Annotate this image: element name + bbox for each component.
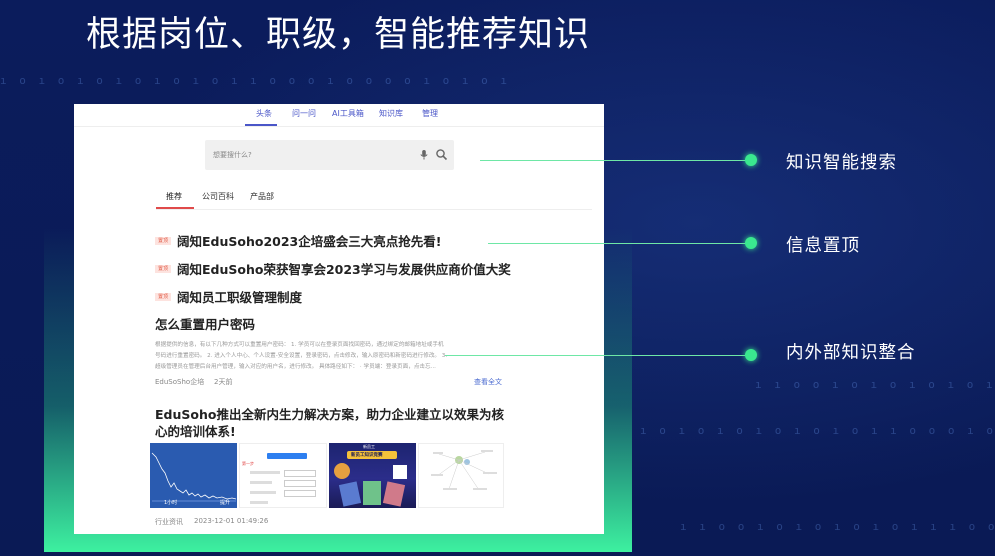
pinned-item[interactable]: 置顶 阔知员工职级管理制度 xyxy=(155,286,302,306)
binary-decoration: ı o ı o ı o ı o ı o ı o ı ı o o o ı o o … xyxy=(640,424,995,437)
article-thumbnail[interactable]: 新员工 新员工知识竞赛 xyxy=(329,443,416,508)
thumb-label: 提升 xyxy=(220,500,231,506)
form-button xyxy=(267,453,307,459)
search-input[interactable]: 想要搜什么? xyxy=(213,150,252,160)
nav-ai-toolbox[interactable]: AI工具箱 xyxy=(332,108,364,119)
search-bar[interactable]: 想要搜什么? xyxy=(205,140,454,170)
article-title-line: EduSoho推出全新内生力解决方案，助力企业建立以效果为核 xyxy=(155,407,504,422)
callout-pinned-info: 信息置顶 xyxy=(786,236,860,256)
app-screenshot: 头条 问一问 AI工具箱 知识库 管理 想要搜什么? 推荐 公司百科 产品部 置… xyxy=(74,104,604,534)
thumb-label: 第一步 xyxy=(242,461,254,466)
excerpt-line: 根据提供的信息，有以下几种方式可以重置用户密码： 1. 学员可以在登录页面找回密… xyxy=(155,342,444,348)
callout-line xyxy=(445,355,750,356)
article-time: 2023-12-01 01:49:26 xyxy=(194,517,269,525)
article-excerpt: 根据提供的信息，有以下几种方式可以重置用户密码： 1. 学员可以在登录页面找回密… xyxy=(155,340,507,373)
thumb-label: 新员工知识竞赛 xyxy=(351,453,383,458)
pinned-item[interactable]: 置顶 阔知EduSoho2023企培盛会三大亮点抢先看! xyxy=(155,230,441,250)
tab-recommend[interactable]: 推荐 xyxy=(166,191,182,202)
slide-title: 根据岗位、职级，智能推荐知识 xyxy=(86,15,591,55)
search-icon[interactable] xyxy=(435,148,448,161)
pin-badge: 置顶 xyxy=(155,292,171,301)
article-title-line: 心的培训体系! xyxy=(155,424,236,439)
nav-ask[interactable]: 问一问 xyxy=(292,108,316,119)
article-category: 行业资讯 xyxy=(155,518,183,526)
tab-company-wiki[interactable]: 公司百科 xyxy=(202,191,234,202)
tab-divider xyxy=(156,209,592,210)
article-thumbnail[interactable]: 1小时 提升 xyxy=(150,443,237,508)
binary-decoration: ı ı o o ı o ı o ı o ı o ı ı ı o o o ı ı … xyxy=(680,520,995,533)
excerpt-line: 超级管理员在管理后台用户管理，输入对应的用户名，进行修改。 具体路径如下： · … xyxy=(155,364,436,370)
tab-product-dept[interactable]: 产品部 xyxy=(250,191,274,202)
thumb-label: 1小时 xyxy=(164,500,178,506)
article-thumbnail[interactable] xyxy=(418,443,504,508)
callout-dot xyxy=(745,237,757,249)
article-source: EduSoSho企培 xyxy=(155,378,205,386)
pinned-item[interactable]: 置顶 阔知EduSoho荣获智享会2023学习与发展供应商价值大奖 xyxy=(155,258,511,278)
pinned-title[interactable]: 阔知EduSoho荣获智享会2023学习与发展供应商价值大奖 xyxy=(177,262,511,277)
pin-badge: 置顶 xyxy=(155,236,171,245)
article-title[interactable]: EduSoho推出全新内生力解决方案，助力企业建立以效果为核 心的培训体系! xyxy=(155,406,504,440)
thumb-label: 新员工 xyxy=(363,444,375,449)
pin-badge: 置顶 xyxy=(155,264,171,273)
read-more-link[interactable]: 查看全文 xyxy=(474,377,502,387)
microphone-icon[interactable] xyxy=(418,149,430,161)
binary-decoration: ı ı o o ı o ı o ı o ı o ı ı ı o o o ı ı … xyxy=(755,378,995,391)
callout-line xyxy=(488,243,750,244)
pinned-title[interactable]: 阔知EduSoho2023企培盛会三大亮点抢先看! xyxy=(177,234,441,249)
top-nav: 头条 问一问 AI工具箱 知识库 管理 xyxy=(74,104,604,127)
callout-knowledge-integration: 内外部知识整合 xyxy=(786,343,916,363)
article-time: 2天前 xyxy=(214,378,233,386)
article-thumbnail[interactable]: 第一步 xyxy=(239,443,327,508)
callout-line xyxy=(480,160,750,161)
article-title[interactable]: 怎么重置用户密码 xyxy=(155,316,255,333)
callout-dot xyxy=(745,349,757,361)
callout-smart-search: 知识智能搜索 xyxy=(786,153,897,173)
nav-knowledge-base[interactable]: 知识库 xyxy=(379,108,403,119)
nav-manage[interactable]: 管理 xyxy=(422,108,438,119)
nav-active-indicator xyxy=(245,124,277,126)
excerpt-line: 号码进行重置密码。 2. 进入个人中心、个人设置-安全设置，登录密码，点击修改，… xyxy=(155,353,448,359)
pinned-title[interactable]: 阔知员工职级管理制度 xyxy=(177,290,302,305)
mind-map-image xyxy=(431,450,497,491)
binary-decoration: ı o ı o ı o ı o ı o ı o ı ı o o o ı o o … xyxy=(0,74,510,87)
callout-dot xyxy=(745,154,757,166)
nav-headline[interactable]: 头条 xyxy=(256,108,272,119)
